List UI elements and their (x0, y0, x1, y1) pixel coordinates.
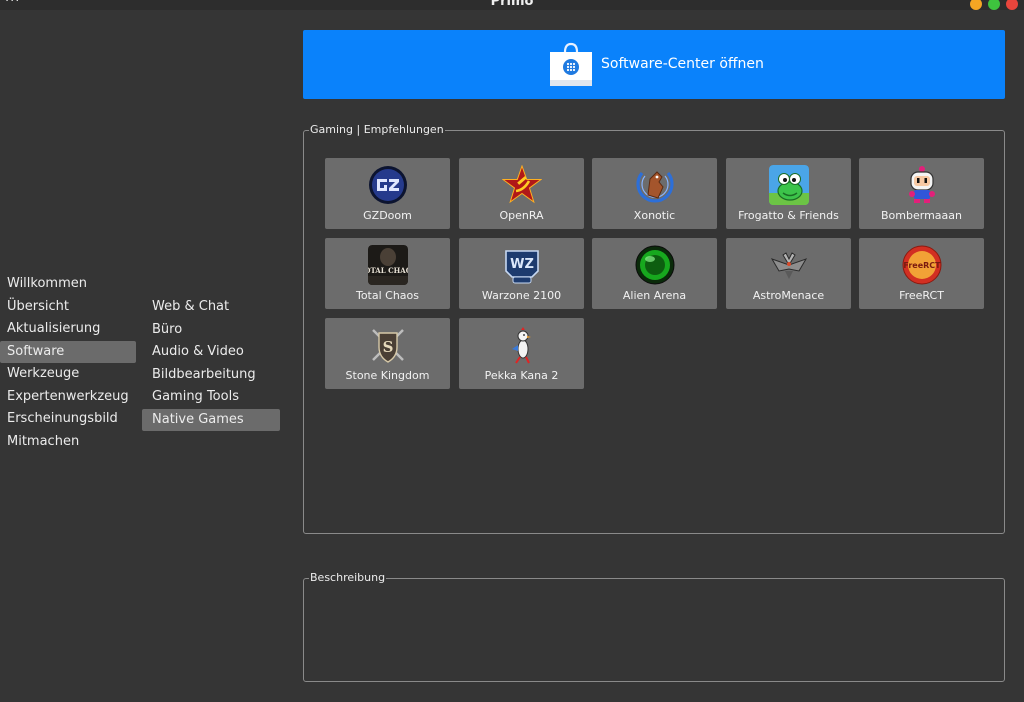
nav-item-werkzeuge[interactable]: Werkzeuge (0, 363, 136, 386)
game-label: Pekka Kana 2 (484, 369, 559, 382)
game-tile-stone-kingdom[interactable]: S Stone Kingdom (325, 318, 450, 389)
main-navigation: Willkommen Übersicht Aktualisierung Soft… (0, 273, 136, 453)
warzone-icon: WZ (505, 250, 539, 284)
title-bar: ··· Primo (0, 0, 1024, 10)
description-group: Beschreibung (303, 571, 1005, 682)
software-center-label: Software-Center öffnen (601, 56, 764, 72)
game-tile-warzone[interactable]: WZ Warzone 2100 (459, 238, 584, 309)
game-tile-alien-arena[interactable]: Alien Arena (592, 238, 717, 309)
subnav-item-gaming-tools[interactable]: Gaming Tools (142, 386, 280, 409)
total-chaos-icon-text: TOTAL CHAOS (368, 266, 408, 275)
stone-kingdom-icon: S (372, 329, 404, 363)
game-label: Frogatto & Friends (738, 209, 839, 222)
game-label: OpenRA (499, 209, 544, 222)
description-group-title: Beschreibung (309, 571, 387, 585)
gaming-group-title: Gaming | Empfehlungen (309, 123, 445, 137)
game-tile-astromenace[interactable]: AstroMenace (726, 238, 851, 309)
bombermaaan-icon (909, 166, 935, 203)
software-subnavigation: Web & Chat Büro Audio & Video Bildbearbe… (142, 296, 280, 431)
game-label: Alien Arena (622, 289, 687, 302)
game-tile-xonotic[interactable]: Xonotic (592, 158, 717, 229)
game-label: FreeRCT (899, 289, 944, 302)
frogatto-icon (769, 165, 809, 205)
game-tile-total-chaos[interactable]: TOTAL CHAOS Total Chaos (325, 238, 450, 309)
freerct-icon: FreeRCT (902, 245, 942, 285)
game-label: AstroMenace (752, 289, 825, 302)
nav-item-uebersicht[interactable]: Übersicht (0, 296, 136, 319)
freerct-icon-text: FreeRCT (903, 261, 941, 270)
game-tile-openra[interactable]: OpenRA (459, 158, 584, 229)
window-title: Primo (490, 0, 534, 9)
game-tile-frogatto[interactable]: Frogatto & Friends (726, 158, 851, 229)
game-tile-bombermaaan[interactable]: Bombermaaan (859, 158, 984, 229)
alien-arena-icon (635, 245, 675, 285)
warzone-icon-text: WZ (510, 257, 534, 272)
subnav-item-buero[interactable]: Büro (142, 319, 280, 342)
game-tile-freerct[interactable]: FreeRCT FreeRCT (859, 238, 984, 309)
subnav-item-audio-video[interactable]: Audio & Video (142, 341, 280, 364)
subnav-item-bildbearbeitung[interactable]: Bildbearbeitung (142, 364, 280, 387)
game-label: Bombermaaan (881, 209, 962, 222)
gaming-recommendations-group: Gaming | Empfehlungen GZDoom OpenRA Xono… (303, 123, 1005, 534)
gzdoom-icon (369, 166, 407, 204)
nav-item-willkommen[interactable]: Willkommen (0, 273, 136, 296)
xonotic-icon (636, 171, 674, 203)
game-label: Total Chaos (355, 289, 420, 302)
astromenace-icon (770, 252, 808, 279)
game-tile-pekka-kana[interactable]: Pekka Kana 2 (459, 318, 584, 389)
openra-icon (502, 165, 542, 204)
game-label: Stone Kingdom (345, 369, 430, 382)
game-tile-gzdoom[interactable]: GZDoom (325, 158, 450, 229)
subnav-item-native-games[interactable]: Native Games (142, 408, 280, 431)
nav-item-aktualisierung[interactable]: Aktualisierung (0, 318, 136, 341)
shopping-bag-icon (550, 42, 592, 86)
game-label: Xonotic (633, 209, 676, 222)
game-label: GZDoom (363, 209, 412, 222)
pekka-kana-icon (512, 327, 531, 364)
nav-item-software[interactable]: Software (0, 340, 136, 363)
nav-item-mitmachen[interactable]: Mitmachen (0, 431, 136, 454)
nav-item-expertenwerkzeug[interactable]: Expertenwerkzeug (0, 386, 136, 409)
subnav-item-web-chat[interactable]: Web & Chat (142, 296, 280, 319)
software-center-button[interactable]: Software-Center öffnen (303, 30, 1005, 99)
game-label: Warzone 2100 (481, 289, 562, 302)
stone-kingdom-icon-text: S (383, 338, 394, 356)
nav-item-erscheinungsbild[interactable]: Erscheinungsbild (0, 408, 136, 431)
total-chaos-icon: TOTAL CHAOS (368, 245, 408, 285)
